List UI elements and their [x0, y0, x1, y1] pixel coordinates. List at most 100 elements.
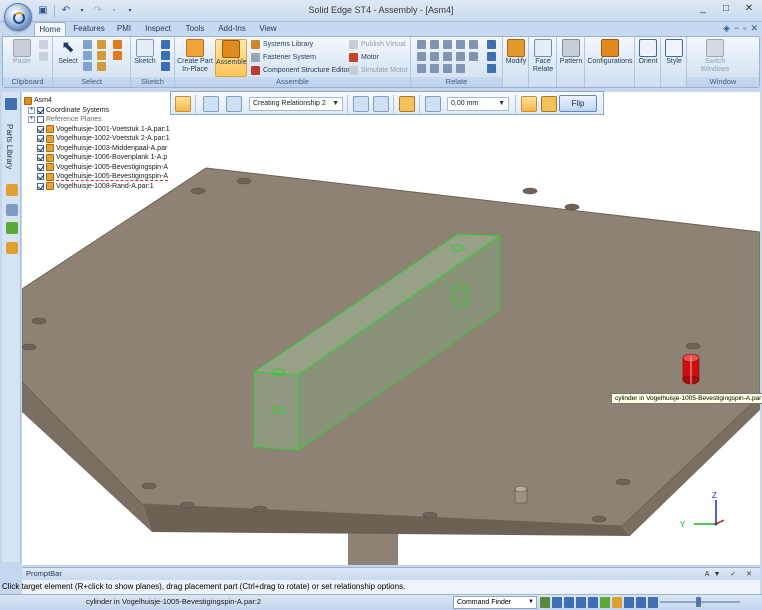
assemble-options-icon[interactable]: [175, 96, 191, 112]
modify-button[interactable]: Modify: [504, 39, 528, 66]
select-tool-icon[interactable]: [83, 40, 92, 49]
zoom-area-icon[interactable]: [540, 597, 550, 608]
prompt-bar-controls[interactable]: A▼ ✓ ✕: [705, 569, 756, 581]
center-plane-icon[interactable]: [430, 64, 439, 73]
tab-inspect[interactable]: Inspect: [142, 22, 174, 36]
maximize-button[interactable]: □: [715, 2, 737, 16]
select-element-icon[interactable]: [353, 96, 369, 112]
tab-pmi[interactable]: PMI: [113, 22, 135, 36]
sketch-view-icon[interactable]: [600, 597, 610, 608]
named-views-icon[interactable]: [612, 597, 622, 608]
offset-value-input[interactable]: 0,00 mm ▼: [447, 97, 509, 111]
parallel-icon[interactable]: [469, 52, 478, 61]
tree-item-part[interactable]: Vogelhuisje-1005-Bevestigingspin-A: [22, 163, 172, 173]
flip-button[interactable]: Flip: [559, 95, 597, 112]
planar-align-icon[interactable]: [430, 40, 439, 49]
relationship-handles-icon[interactable]: [487, 52, 496, 61]
pan-icon[interactable]: [576, 597, 586, 608]
tab-tools[interactable]: Tools: [181, 22, 209, 36]
help-icon[interactable]: ◈: [723, 23, 730, 34]
tree-item-coordinate-systems[interactable]: + Coordinate Systems: [22, 106, 172, 116]
expand-icon[interactable]: +: [28, 106, 35, 114]
component-structure-editor-button[interactable]: Component Structure Editor: [251, 66, 350, 75]
sketch-button[interactable]: Sketch: [133, 39, 157, 66]
visibility-checkbox[interactable]: [37, 163, 44, 171]
tree-root[interactable]: Asm4: [22, 96, 172, 106]
configurations-button[interactable]: Configurations: [587, 39, 633, 66]
render-icon[interactable]: [648, 597, 658, 608]
visibility-checkbox[interactable]: [37, 173, 44, 181]
select-assembly-icon[interactable]: [97, 51, 106, 60]
command-finder-input[interactable]: Command Finder ▼: [453, 596, 537, 609]
select-button[interactable]: ⬉ Select: [56, 39, 80, 66]
create-part-in-place-button[interactable]: Create Part In-Place: [177, 39, 213, 74]
placement-part-icon[interactable]: [399, 96, 415, 112]
offset-type-icon[interactable]: [425, 96, 441, 112]
select-box-icon[interactable]: [83, 51, 92, 60]
construction-display-icon[interactable]: [203, 96, 219, 112]
tree-item-part[interactable]: Vogelhuisje-1006-Bovenplank 1-A.p: [22, 153, 172, 163]
visibility-checkbox[interactable]: [37, 182, 44, 190]
shaded-icon[interactable]: [636, 597, 646, 608]
simulate-motor-button[interactable]: Simulate Motor: [349, 66, 408, 75]
target-element-icon[interactable]: [373, 96, 389, 112]
paste-button[interactable]: Paste: [9, 39, 35, 66]
tree-item-part[interactable]: Vogelhuisje-1001-Voetstuk 1-A.par:1: [22, 125, 172, 135]
tree-item-reference-planes[interactable]: + Reference Planes: [22, 115, 172, 125]
select-part-icon[interactable]: [97, 40, 106, 49]
rotate-icon[interactable]: [521, 96, 537, 112]
visibility-checkbox[interactable]: [37, 125, 44, 133]
relationship-select[interactable]: Creating Relationship 2 ▼: [249, 97, 343, 111]
layers-icon[interactable]: [6, 204, 18, 216]
tangent-icon[interactable]: [430, 52, 439, 61]
tree-item-part[interactable]: Vogelhuisje-1002-Voetstuk 2-A.par:1: [22, 134, 172, 144]
select-feature-icon[interactable]: [97, 62, 106, 71]
select-filter-icon[interactable]: [83, 62, 92, 71]
application-button[interactable]: [4, 3, 32, 31]
match-coordinate-icon[interactable]: [417, 64, 426, 73]
fastener-system-button[interactable]: Fastener System: [251, 53, 316, 62]
visibility-checkbox[interactable]: [37, 135, 44, 143]
hide-icon[interactable]: [113, 40, 122, 49]
family-of-assemblies-icon[interactable]: [6, 242, 18, 254]
tab-view[interactable]: View: [255, 22, 281, 36]
lock-rotation-icon[interactable]: [541, 96, 557, 112]
zoom-slider-knob[interactable]: [696, 597, 701, 607]
connect-icon[interactable]: [469, 40, 478, 49]
view-orientation-icon[interactable]: [624, 597, 634, 608]
systems-library-button[interactable]: Systems Library: [251, 40, 313, 49]
close-button[interactable]: ✕: [738, 2, 760, 16]
show-icon[interactable]: [113, 51, 122, 60]
sketch-line-icon[interactable]: [161, 40, 170, 49]
zoom-icon[interactable]: [552, 597, 562, 608]
face-relate-button[interactable]: Face Relate: [530, 39, 556, 74]
orient-button[interactable]: Orient: [636, 39, 660, 66]
relationship-types-icon[interactable]: [226, 96, 242, 112]
angle-icon[interactable]: [417, 52, 426, 61]
expand-icon[interactable]: +: [28, 116, 35, 124]
tab-add-ins[interactable]: Add-Ins: [216, 22, 248, 36]
show-relationships-icon[interactable]: [487, 64, 496, 73]
fit-icon[interactable]: [564, 597, 574, 608]
visibility-checkbox[interactable]: [37, 144, 44, 152]
sketch-circle-icon[interactable]: [161, 51, 170, 60]
mate-icon[interactable]: [417, 40, 426, 49]
parts-library-tab[interactable]: Parts Library: [5, 98, 18, 169]
axial-align-icon[interactable]: [443, 40, 452, 49]
copy-icon[interactable]: [39, 52, 48, 61]
insert-icon[interactable]: [456, 40, 465, 49]
ground-icon[interactable]: [443, 64, 452, 73]
visibility-checkbox[interactable]: [37, 116, 44, 124]
sensors-icon[interactable]: [6, 222, 18, 234]
ribbon-minimize-icon[interactable]: −: [734, 23, 739, 34]
switch-windows-button[interactable]: Switch Windows: [697, 39, 733, 74]
assembly-pathfinder-icon[interactable]: [6, 184, 18, 196]
ribbon-restore-icon[interactable]: ▫: [743, 23, 746, 34]
cam-icon[interactable]: [443, 52, 452, 61]
motor-button[interactable]: Motor: [349, 53, 379, 62]
ribbon-close-icon[interactable]: ✕: [750, 23, 758, 34]
path-icon[interactable]: [456, 64, 465, 73]
tab-home[interactable]: Home: [34, 22, 66, 36]
style-button[interactable]: Style: [662, 39, 686, 66]
visibility-checkbox[interactable]: [37, 106, 44, 114]
